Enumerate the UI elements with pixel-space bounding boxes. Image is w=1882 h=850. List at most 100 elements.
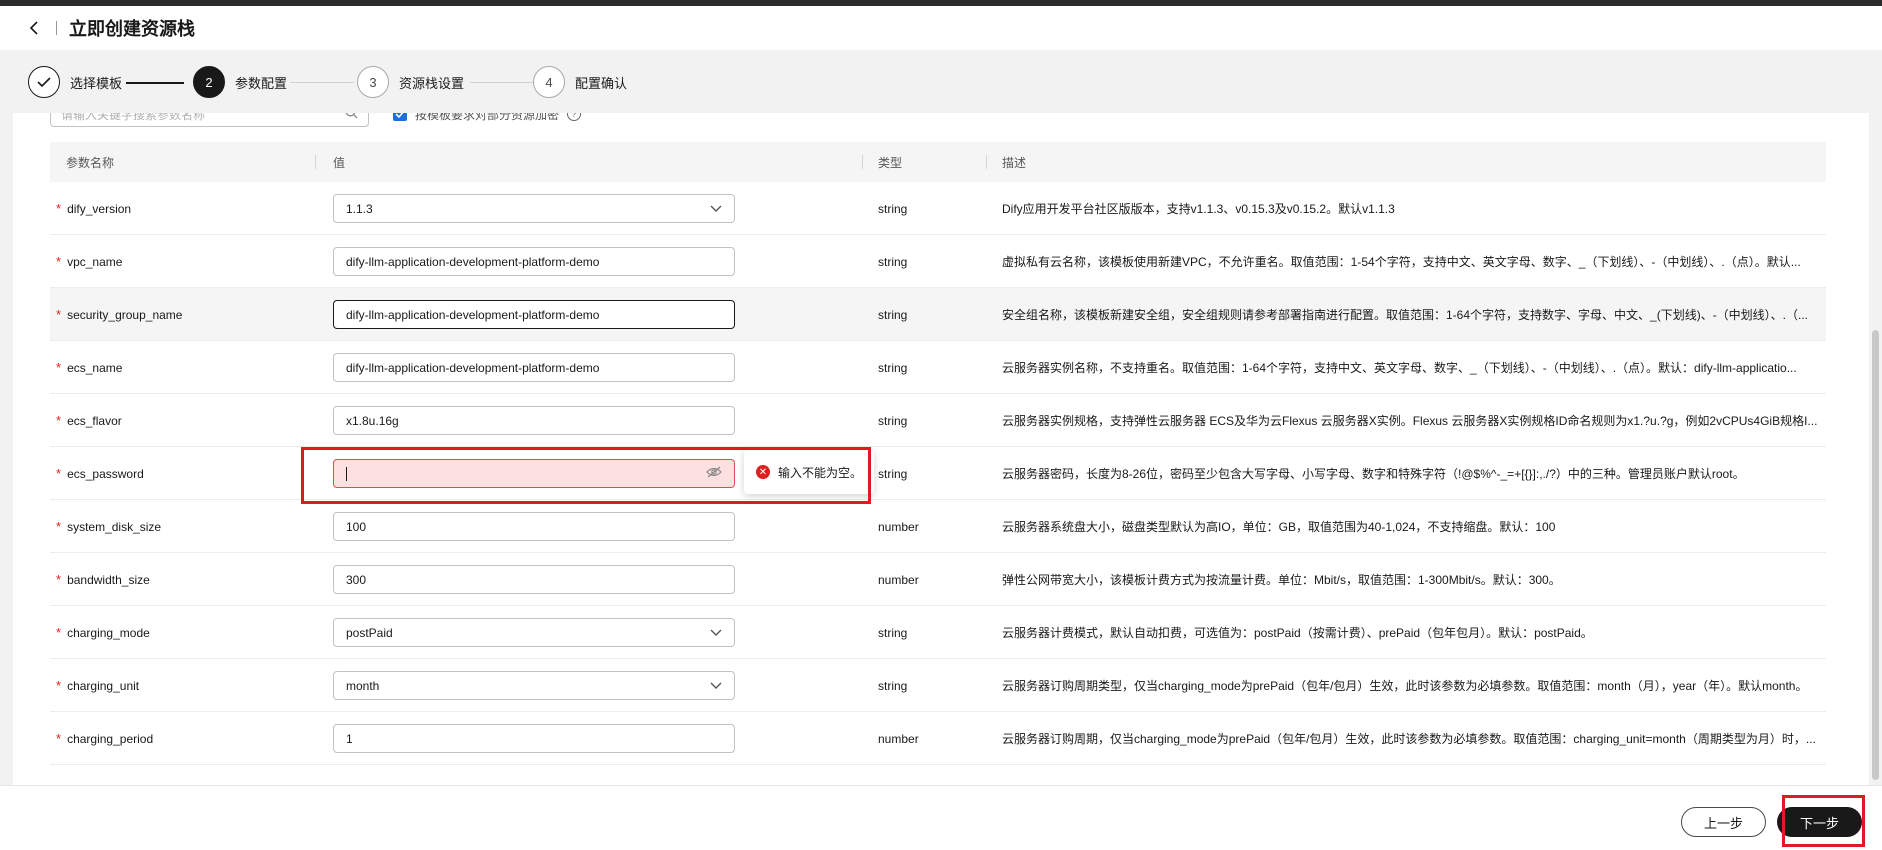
required-mark: * bbox=[56, 201, 62, 216]
required-mark: * bbox=[56, 625, 62, 640]
back-arrow-icon[interactable] bbox=[24, 18, 44, 38]
param-select[interactable]: 1.1.3 bbox=[333, 194, 735, 223]
param-type: string bbox=[878, 678, 908, 693]
param-name: ecs_password bbox=[67, 466, 144, 481]
col-header-value: 值 bbox=[333, 155, 346, 170]
select-value: 1.1.3 bbox=[346, 201, 373, 216]
prev-step-button[interactable]: 上一步 bbox=[1681, 807, 1766, 837]
param-type: number bbox=[878, 519, 919, 534]
col-divider bbox=[315, 155, 316, 169]
required-mark: * bbox=[56, 678, 62, 693]
param-select[interactable]: postPaid bbox=[333, 618, 735, 647]
step-connector bbox=[470, 82, 534, 83]
param-type: string bbox=[878, 466, 908, 481]
param-input[interactable]: dify-llm-application-development-platfor… bbox=[333, 353, 735, 382]
param-type: string bbox=[878, 360, 908, 375]
params-table: 参数名称 值 类型 描述 * dify_version 1.1.3 string … bbox=[50, 142, 1826, 765]
required-mark: * bbox=[56, 413, 62, 428]
step-label: 资源栈设置 bbox=[399, 75, 465, 91]
table-row: * bandwidth_size 300 number 弹性公网带宽大小，该模板计… bbox=[50, 553, 1826, 606]
table-header: 参数名称 值 类型 描述 bbox=[50, 142, 1826, 182]
param-input[interactable]: 1 bbox=[333, 724, 735, 753]
step-connector bbox=[290, 82, 354, 83]
col-header-type: 类型 bbox=[878, 155, 903, 170]
param-name: system_disk_size bbox=[67, 519, 162, 534]
table-row: * charging_mode postPaid string 云服务器计费模式，… bbox=[50, 606, 1826, 659]
param-desc: 云服务器实例规格，支持弹性云服务器 ECS及华为云Flexus 云服务器X实例。… bbox=[1002, 414, 1818, 428]
param-desc: 安全组名称，该模板新建安全组，安全组规则请参考部署指南进行配置。取值范围：1-6… bbox=[1002, 308, 1809, 322]
input-value: dify-llm-application-development-platfor… bbox=[346, 307, 600, 322]
checkbox-label: 按模板要求对部分资源加密 bbox=[415, 113, 560, 122]
param-desc: 云服务器订购周期类型，仅当charging_mode为prePaid（包年/包月… bbox=[1002, 679, 1808, 693]
param-input[interactable]: dify-llm-application-development-platfor… bbox=[333, 300, 735, 329]
required-mark: * bbox=[56, 519, 62, 534]
col-header-name: 参数名称 bbox=[66, 155, 115, 170]
table-row: * ecs_password string 云服务器密码，长度为8-26位，密码至… bbox=[50, 447, 1826, 500]
param-name: bandwidth_size bbox=[67, 572, 150, 587]
required-mark: * bbox=[56, 466, 62, 481]
param-type: string bbox=[878, 201, 908, 216]
step-label: 配置确认 bbox=[575, 75, 628, 91]
password-input[interactable] bbox=[333, 459, 735, 488]
error-icon: ✕ bbox=[756, 465, 770, 479]
table-row: * vpc_name dify-llm-application-developme… bbox=[50, 235, 1826, 288]
param-name: ecs_flavor bbox=[67, 413, 122, 428]
step-param-config: 2 参数配置 bbox=[193, 66, 287, 98]
input-value: dify-llm-application-development-platfor… bbox=[346, 360, 600, 375]
param-name: dify_version bbox=[67, 201, 132, 216]
param-input[interactable]: dify-llm-application-development-platfor… bbox=[333, 247, 735, 276]
step-label: 选择模板 bbox=[70, 75, 123, 91]
param-type: string bbox=[878, 413, 908, 428]
required-mark: * bbox=[56, 731, 62, 746]
search-input[interactable]: 请输入关键字搜索参数名称 bbox=[50, 113, 369, 127]
table-row: * charging_unit month string 云服务器订购周期类型，仅… bbox=[50, 659, 1826, 712]
filter-row: 请输入关键字搜索参数名称 按模板要求对部分资源加密 ? bbox=[50, 113, 582, 127]
select-value: month bbox=[346, 678, 380, 693]
param-desc: 云服务器密码，长度为8-26位，密码至少包含大写字母、小写字母、数字和特殊字符（… bbox=[1002, 467, 1745, 481]
step-label: 参数配置 bbox=[235, 75, 288, 91]
error-message: 输入不能为空。 bbox=[778, 465, 863, 480]
footer-bar: 上一步 下一步 bbox=[0, 785, 1882, 850]
col-divider bbox=[862, 155, 863, 169]
step-select-template: 选择模板 bbox=[28, 66, 122, 98]
param-input[interactable]: 300 bbox=[333, 565, 735, 594]
param-input[interactable]: x1.8u.16g bbox=[333, 406, 735, 435]
param-desc: 云服务器计费模式，默认自动扣费，可选值为：postPaid（按需计费）、preP… bbox=[1002, 626, 1593, 640]
table-row: * ecs_name dify-llm-application-developme… bbox=[50, 341, 1826, 394]
step-number: 2 bbox=[193, 66, 225, 98]
help-icon[interactable]: ? bbox=[567, 113, 582, 121]
required-mark: * bbox=[56, 572, 62, 587]
encrypt-checkbox[interactable] bbox=[393, 113, 407, 121]
param-type: number bbox=[878, 731, 919, 746]
input-value: x1.8u.16g bbox=[346, 413, 399, 428]
stepper: 选择模板 2 参数配置 3 资源栈设置 4 配置确认 bbox=[0, 50, 1882, 113]
search-placeholder: 请输入关键字搜索参数名称 bbox=[61, 113, 206, 122]
eye-hidden-icon[interactable] bbox=[706, 466, 722, 481]
check-icon bbox=[28, 66, 60, 98]
header-divider bbox=[56, 21, 57, 35]
param-desc: 云服务器订购周期，仅当charging_mode为prePaid（包年/包月）生… bbox=[1002, 732, 1816, 746]
step-stack-settings: 3 资源栈设置 bbox=[357, 66, 464, 98]
param-desc: 虚拟私有云名称，该模板使用新建VPC，不允许重名。取值范围：1-54个字符，支持… bbox=[1002, 255, 1801, 269]
required-mark: * bbox=[56, 360, 62, 375]
chevron-down-icon bbox=[710, 679, 722, 693]
page-header: 立即创建资源栈 bbox=[0, 6, 1882, 50]
param-desc: 云服务器实例名称，不支持重名。取值范围：1-64个字符，支持中文、英文字母、数字… bbox=[1002, 361, 1797, 375]
param-type: string bbox=[878, 254, 908, 269]
page-title: 立即创建资源栈 bbox=[69, 19, 195, 39]
input-value: 300 bbox=[346, 572, 367, 587]
param-name: security_group_name bbox=[67, 307, 183, 322]
scrollbar-thumb[interactable] bbox=[1872, 330, 1879, 780]
input-value: 100 bbox=[346, 519, 367, 534]
param-select[interactable]: month bbox=[333, 671, 735, 700]
param-desc: Dify应用开发平台社区版版本，支持v1.1.3、v0.15.3及v0.15.2… bbox=[1002, 202, 1395, 216]
search-icon[interactable] bbox=[345, 113, 358, 122]
next-step-button[interactable]: 下一步 bbox=[1777, 807, 1862, 837]
error-tooltip: ✕ 输入不能为空。 bbox=[744, 450, 875, 494]
param-type: number bbox=[878, 572, 919, 587]
param-name: charging_mode bbox=[67, 625, 150, 640]
input-value: dify-llm-application-development-platfor… bbox=[346, 254, 600, 269]
step-confirm: 4 配置确认 bbox=[533, 66, 627, 98]
param-input[interactable]: 100 bbox=[333, 512, 735, 541]
step-number: 3 bbox=[357, 66, 389, 98]
